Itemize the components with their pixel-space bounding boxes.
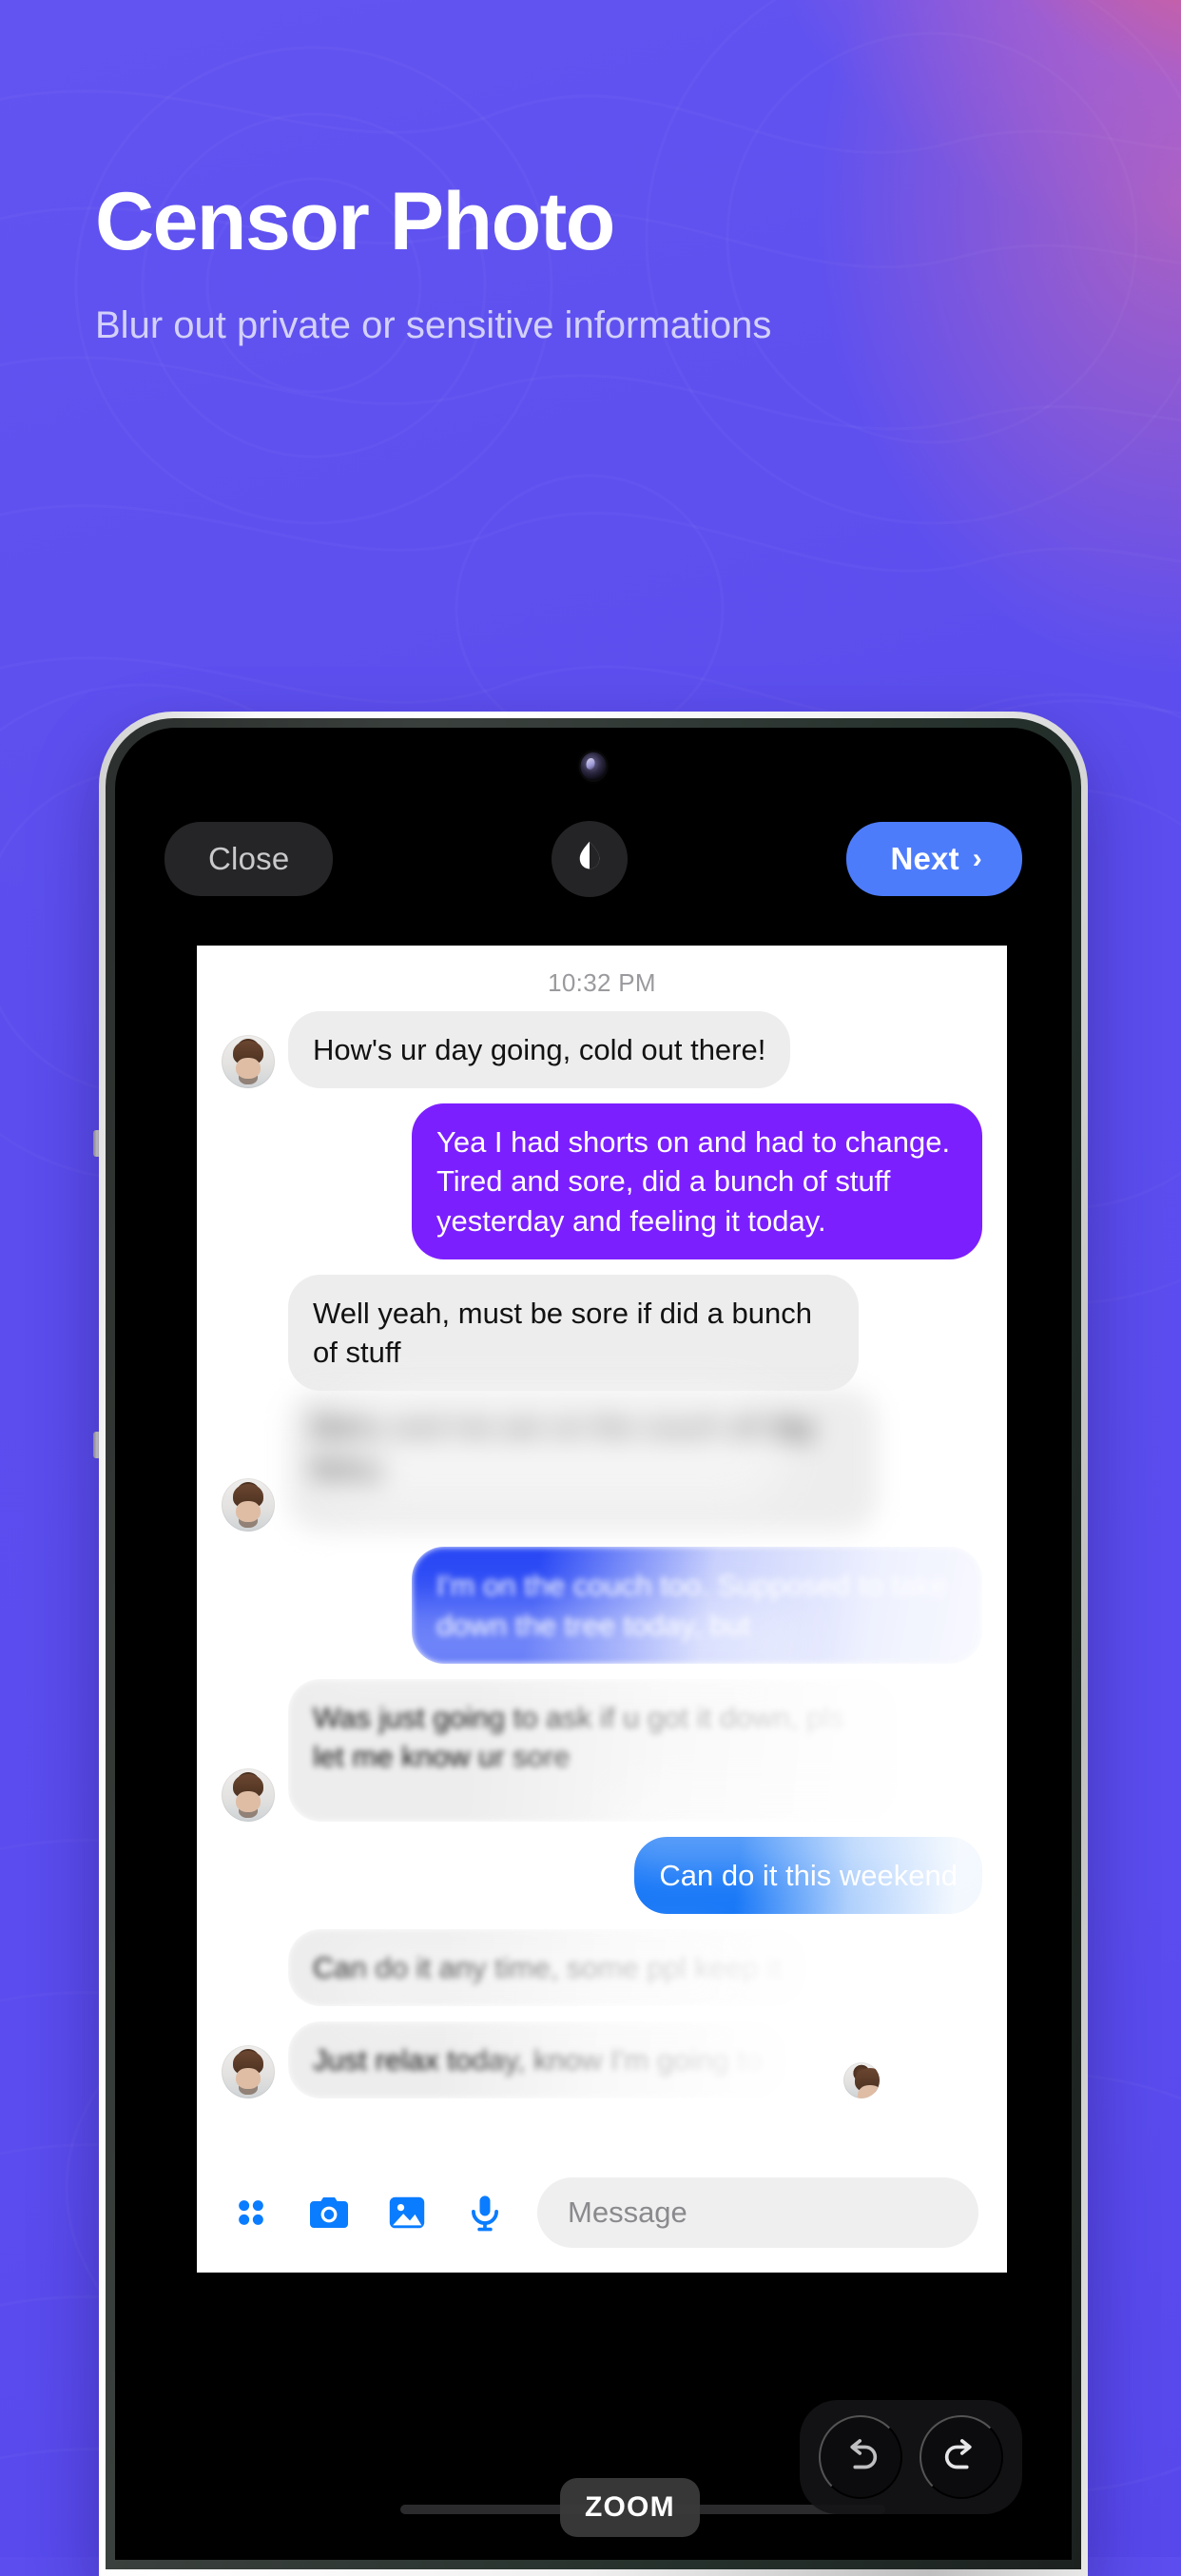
close-button[interactable]: Close xyxy=(165,822,334,896)
chat-bubble-censored: Daisy and me are on the couch all day to… xyxy=(288,1389,878,1532)
next-button-label: Next xyxy=(890,841,959,876)
contrast-button[interactable] xyxy=(552,821,629,897)
chat-bubble-outgoing: Yea I had shorts on and had to change. T… xyxy=(412,1103,982,1259)
avatar xyxy=(222,1767,275,1822)
message-input[interactable]: Message xyxy=(537,2177,978,2248)
promo-copy: Censor Photo Blur out private or sensiti… xyxy=(95,181,1046,353)
page-subtitle: Blur out private or sensitive informatio… xyxy=(95,304,772,346)
camera-icon[interactable] xyxy=(303,2187,355,2238)
redo-button[interactable] xyxy=(920,2415,1003,2499)
history-controls xyxy=(800,2400,1022,2514)
table-row: Can do it any time, some ppl keep it xyxy=(197,1928,1007,2021)
avatar-read-receipt xyxy=(843,2062,881,2099)
chat-bubble-incoming: Well yeah, must be sore if did a bunch o… xyxy=(288,1274,859,1392)
undo-button[interactable] xyxy=(819,2415,902,2499)
table-row: How's ur day going, cold out there! xyxy=(197,1011,1007,1103)
chat-bubble-censored: I'm on the couch too. Supposed to take d… xyxy=(412,1547,982,1664)
phone-mockup: Close Next › 10:32 PM How's ur day going… xyxy=(99,712,1088,2576)
chevron-right-icon: › xyxy=(972,843,982,874)
message-input-placeholder: Message xyxy=(568,2195,687,2229)
page-title: Censor Photo xyxy=(95,176,615,267)
chat-bubble-censored: Was just going to ask if u got it down, … xyxy=(288,1678,897,1822)
redo-arrow-icon xyxy=(939,2434,983,2481)
chat-bubble-incoming: How's ur day going, cold out there! xyxy=(288,1011,791,1089)
gallery-image-icon[interactable] xyxy=(381,2187,433,2238)
chat-bubble-censored: Can do it this weekend xyxy=(634,1836,982,1914)
table-row: Can do it this weekend xyxy=(197,1836,1007,1929)
microphone-icon[interactable] xyxy=(459,2187,511,2238)
table-row: Well yeah, must be sore if did a bunch o… xyxy=(197,1274,1007,1406)
table-row: Daisy and me are on the couch all day to… xyxy=(197,1389,1007,1547)
editor-toolbar: Close Next › xyxy=(115,802,1072,916)
table-row: I'm on the couch too. Supposed to take d… xyxy=(197,1547,1007,1678)
photo-canvas[interactable]: 10:32 PM How's ur day going, cold out th… xyxy=(197,946,1007,2273)
zoom-slider-handle[interactable]: ZOOM xyxy=(560,2478,700,2537)
table-row: Was just going to ask if u got it down, … xyxy=(197,1678,1007,1837)
chat-timestamp: 10:32 PM xyxy=(548,968,656,997)
avatar xyxy=(222,1478,275,1532)
table-row: Just relax today, know I'm going to xyxy=(197,2021,1007,2114)
apps-grid-icon[interactable] xyxy=(225,2187,277,2238)
next-button[interactable]: Next › xyxy=(846,822,1022,896)
avatar xyxy=(222,1035,275,1089)
contrast-droplet-icon xyxy=(569,837,610,882)
chat-input-bar: Message xyxy=(197,2177,1007,2248)
undo-arrow-icon xyxy=(839,2434,882,2481)
zoom-slider[interactable]: ZOOM xyxy=(400,2478,885,2537)
chat-bubble-censored: Just relax today, know I'm going to xyxy=(288,2021,787,2099)
avatar xyxy=(222,2045,275,2099)
table-row: Yea I had shorts on and had to change. T… xyxy=(197,1103,1007,1275)
front-camera-icon xyxy=(580,752,607,780)
chat-bubble-censored: Can do it any time, some ppl keep it xyxy=(288,1928,806,2007)
phone-bezel: Close Next › 10:32 PM How's ur day going… xyxy=(106,718,1081,2569)
phone-screen: Close Next › 10:32 PM How's ur day going… xyxy=(115,728,1072,2560)
